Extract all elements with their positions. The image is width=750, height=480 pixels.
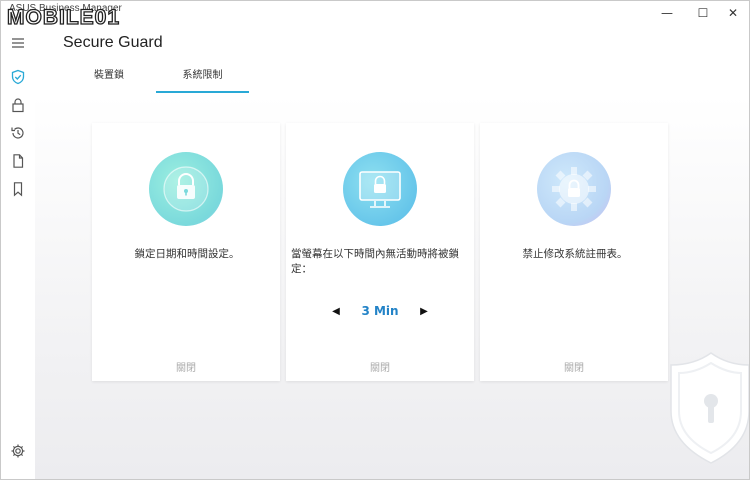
page-title: Secure Guard <box>63 34 163 51</box>
minimize-button[interactable]: — <box>653 4 681 22</box>
card-status: 關閉 <box>564 363 584 374</box>
lock-monitor-illustration <box>343 152 417 226</box>
timeout-stepper: ◀ 3 Min ▶ <box>326 303 436 323</box>
bookmark-icon[interactable] <box>10 181 26 197</box>
hamburger-menu-icon[interactable] <box>10 35 26 51</box>
history-icon[interactable] <box>10 125 26 141</box>
app-window: ASUS Business Manager MOBILE01 — ☐ ✕ Sec… <box>0 0 750 480</box>
sidebar <box>1 27 35 479</box>
card-status: 關閉 <box>370 363 390 374</box>
lock-gear-illustration <box>537 152 611 226</box>
tab-device-lock[interactable]: 裝置鎖 <box>63 69 155 91</box>
shield-check-icon[interactable] <box>10 69 26 85</box>
timeout-value: 3 Min <box>361 304 399 318</box>
decrease-button[interactable]: ◀ <box>330 305 342 319</box>
card-description: 鎖定日期和時間設定。 <box>134 248 240 260</box>
card-lock-datetime[interactable]: 鎖定日期和時間設定。 關閉 <box>92 123 280 381</box>
close-button[interactable]: ✕ <box>719 4 747 22</box>
tab-bar: 裝置鎖 系統限制 <box>63 69 251 93</box>
gear-icon[interactable] <box>10 443 26 459</box>
increase-button[interactable]: ▶ <box>418 305 430 319</box>
tab-system-restrictions[interactable]: 系統限制 <box>156 69 249 93</box>
lock-clock-illustration <box>149 152 223 226</box>
card-description: 禁止修改系統註冊表。 <box>522 248 628 260</box>
card-description: 當螢幕在以下時間內無活動時將被鎖定： <box>291 248 459 275</box>
maximize-button[interactable]: ☐ <box>689 4 717 22</box>
title-bar: ASUS Business Manager MOBILE01 — ☐ ✕ <box>1 1 749 30</box>
document-icon[interactable] <box>10 153 26 169</box>
card-registry-lock[interactable]: 禁止修改系統註冊表。 關閉 <box>480 123 668 381</box>
card-status: 關閉 <box>176 363 196 374</box>
lock-icon[interactable] <box>10 97 26 113</box>
shield-lock-icon <box>665 349 749 473</box>
card-inactivity-lock[interactable]: 當螢幕在以下時間內無活動時將被鎖定： ◀ 3 Min ▶ 關閉 <box>286 123 474 381</box>
